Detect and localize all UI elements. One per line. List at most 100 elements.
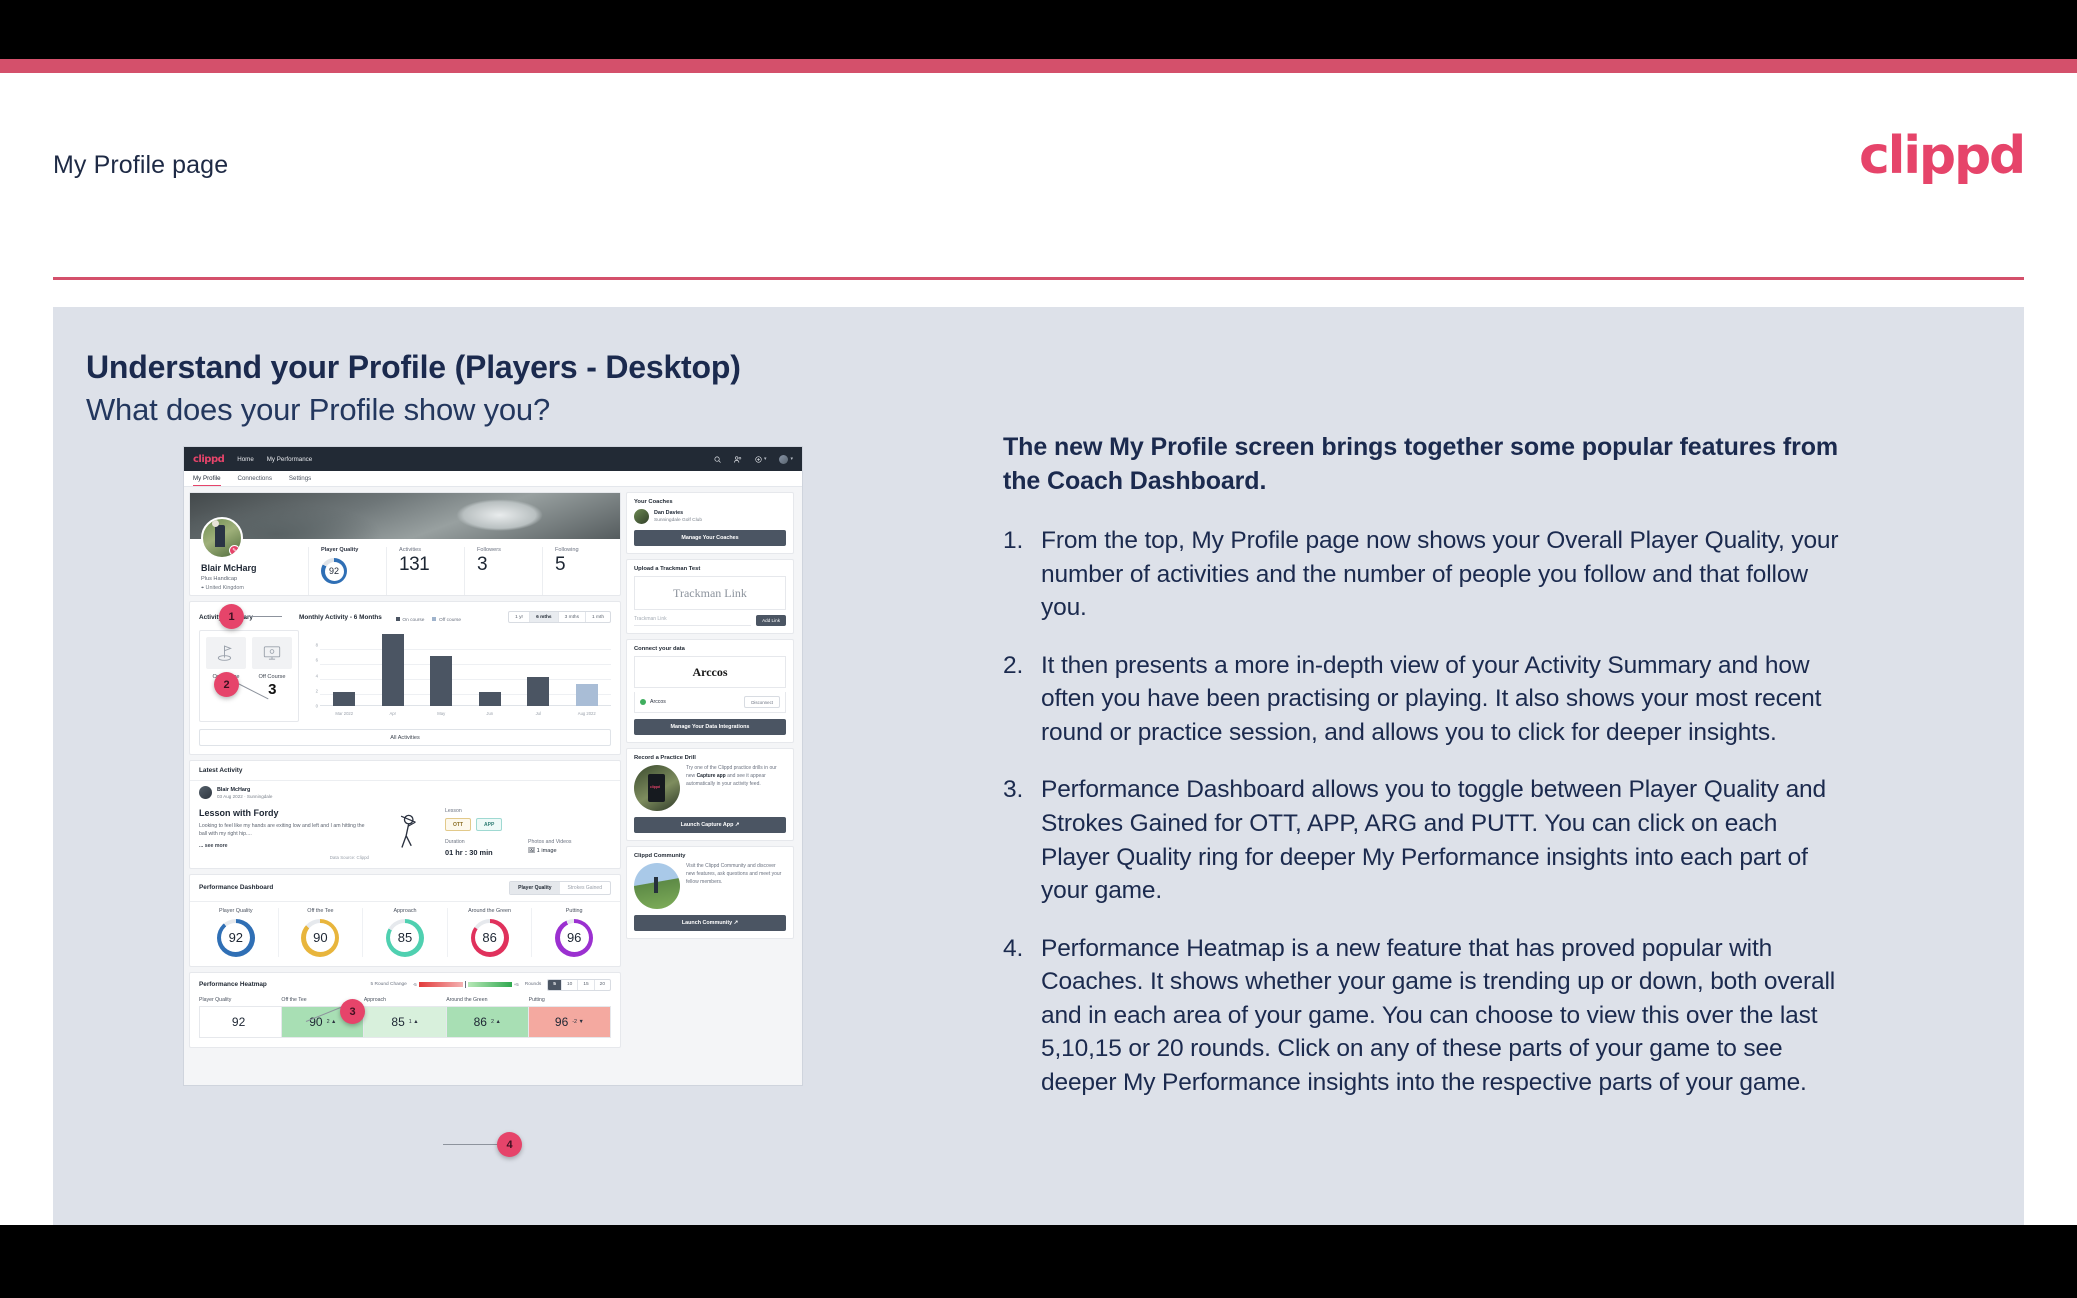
bar-jun[interactable] <box>478 691 501 706</box>
add-circle-icon[interactable]: ▾ <box>755 455 767 463</box>
range-3mths[interactable]: 3 mths <box>559 612 586 622</box>
player-quality-ring[interactable]: 92 <box>321 558 347 584</box>
app-navbar: clippd Home My Performance ▾ ▾ <box>184 447 802 471</box>
disconnect-button[interactable]: Disconnect <box>744 696 780 708</box>
ring-cell-around-the-green[interactable]: Around the Green 86 <box>448 907 533 957</box>
see-more-link[interactable]: ... see more <box>199 843 369 849</box>
coach-name: Dan Davies <box>654 510 684 517</box>
author-avatar[interactable] <box>199 786 212 799</box>
tab-connections[interactable]: Connections <box>238 471 272 486</box>
profile-stats: Player Quality 92 Activities 131 Followe… <box>308 539 620 595</box>
heatmap-cell-around-the-green[interactable]: 86 2 ▲ <box>446 1006 529 1037</box>
heatmap-cell-approach[interactable]: 85 1 ▲ <box>364 1006 447 1037</box>
tab-my-profile[interactable]: My Profile <box>193 471 221 486</box>
chevron-down-icon[interactable]: ▾ <box>764 456 767 462</box>
avatar[interactable]: ✎ <box>201 517 243 559</box>
ring-around-the-green[interactable]: 86 <box>470 918 509 957</box>
heatmap-col-label: Player Quality <box>199 996 232 1003</box>
tag-ott[interactable]: OTT <box>445 818 471 831</box>
bar-aug-2022[interactable] <box>575 684 598 706</box>
off-course-label: Off Course <box>258 674 286 680</box>
all-activities-button[interactable]: All Activities <box>199 729 611 746</box>
search-icon[interactable] <box>714 456 721 463</box>
bar-apr[interactable] <box>381 634 404 706</box>
tab-settings[interactable]: Settings <box>289 471 311 486</box>
list-item: 1. From the top, My Profile page now sho… <box>1003 524 1848 625</box>
range-1yr[interactable]: 1 yr <box>509 612 531 622</box>
ring-approach[interactable]: 85 <box>385 918 424 957</box>
app-logo[interactable]: clippd <box>193 454 225 465</box>
coach-club: Sunningdale Golf Club <box>654 517 703 523</box>
nav-link-home[interactable]: Home <box>237 456 254 463</box>
ring-cell-player-quality[interactable]: Player Quality 92 <box>194 907 279 957</box>
location-pin-icon: ⌖ <box>201 585 205 591</box>
ring-cell-putting[interactable]: Putting 96 <box>532 908 616 957</box>
copy-column: The new My Profile screen brings togethe… <box>1003 431 1848 1123</box>
bar-may[interactable] <box>430 655 453 706</box>
stat-player-quality[interactable]: Player Quality 92 <box>308 547 386 595</box>
launch-capture-app-button[interactable]: Launch Capture App ↗ <box>634 817 786 833</box>
dashboard-metric-toggle[interactable]: Player Quality Strokes Gained <box>509 880 611 895</box>
range-6mths[interactable]: 6 mths <box>530 612 559 622</box>
list-item: 2. It then presents a more in-depth view… <box>1003 649 1848 750</box>
heatmap-cell-putting[interactable]: 96 -2 ▼ <box>528 1006 611 1037</box>
manage-coaches-button[interactable]: Manage Your Coaches <box>634 530 786 546</box>
ring-putting[interactable]: 96 <box>555 918 594 957</box>
toggle-player-quality[interactable]: Player Quality <box>510 881 560 894</box>
stat-activities[interactable]: Activities 131 <box>386 547 464 595</box>
x-tick: May <box>437 711 446 716</box>
callout-marker-3[interactable]: 3 <box>340 999 365 1024</box>
legend-swatch-off <box>432 617 437 621</box>
nav-avatar[interactable] <box>779 454 789 464</box>
stat-value: 3 <box>477 554 488 575</box>
ring-player-quality[interactable]: 92 <box>216 918 255 957</box>
trackman-link-input[interactable]: Trackman Link <box>634 616 752 626</box>
x-tick: Jul <box>535 711 541 716</box>
avatar-chevron-down-icon[interactable]: ▾ <box>790 456 793 462</box>
rounds-selector[interactable]: 5 10 15 20 <box>547 978 611 991</box>
list-text: Performance Heatmap is a new feature tha… <box>1041 934 1836 1096</box>
rounds-15[interactable]: 15 <box>578 979 595 990</box>
list-number: 1. <box>1003 527 1024 554</box>
app-right-column: Your Coaches Dan Davies Sunningdale Golf… <box>626 492 794 1082</box>
top-black-band <box>0 0 2077 59</box>
bar-slot <box>369 634 418 706</box>
rounds-10[interactable]: 10 <box>562 979 579 990</box>
deck-heading: Understand your Profile (Players - Deskt… <box>86 349 741 428</box>
edit-avatar-icon[interactable]: ✎ <box>229 545 240 556</box>
nav-link-my-performance[interactable]: My Performance <box>267 456 312 463</box>
ring-cell-off-the-tee[interactable]: Off the Tee 90 <box>279 907 364 957</box>
callout-marker-1[interactable]: 1 <box>219 604 244 629</box>
toggle-strokes-gained[interactable]: Strokes Gained <box>560 882 610 894</box>
rounds-5[interactable]: 5 <box>548 979 562 990</box>
profile-card: ✎ Blair McHarg Plus Handicap ⌖ United Ki… <box>189 492 621 596</box>
people-icon[interactable] <box>734 455 742 463</box>
activity-meta-block: Lesson OTT APP Duration 01 hr : 30 min P… <box>445 808 611 860</box>
callout-marker-4[interactable]: 4 <box>497 1132 522 1157</box>
ring-cell-approach[interactable]: Approach 85 <box>363 907 448 957</box>
data-source-label: Data Source: Clippd <box>329 854 369 860</box>
heatmap-cell-player-quality[interactable]: 92 <box>200 1006 283 1037</box>
stat-followers[interactable]: Followers 3 <box>464 547 542 595</box>
manage-integrations-button[interactable]: Manage Your Data Integrations <box>634 719 786 735</box>
callout-marker-2[interactable]: 2 <box>214 672 239 697</box>
add-link-button[interactable]: Add Link <box>756 615 786 626</box>
bar-slot <box>563 634 612 706</box>
stat-following[interactable]: Following 5 <box>542 547 620 595</box>
range-1mth[interactable]: 1 mth <box>586 612 610 622</box>
duration-cell: Duration 01 hr : 30 min <box>445 839 528 857</box>
bar-jul[interactable] <box>527 677 550 706</box>
x-tick: Aug 2022 <box>577 711 596 716</box>
ring-off-the-tee[interactable]: 90 <box>301 918 340 957</box>
tag-app[interactable]: APP <box>476 818 503 831</box>
launch-community-button[interactable]: Launch Community ↗ <box>634 915 786 931</box>
coach-row[interactable]: Dan Davies Sunningdale Golf Club <box>627 509 793 530</box>
range-selector[interactable]: 1 yr 6 mths 3 mths 1 mth <box>508 611 611 623</box>
bar-mar-2022[interactable] <box>333 691 356 706</box>
legend-off-course: Off course <box>432 608 461 626</box>
media-count: 1 image <box>536 848 557 854</box>
heatmap-delta: 2 ▲ <box>490 1018 501 1025</box>
x-tick: Mar 2022 <box>335 711 354 716</box>
list-text: It then presents a more in-depth view of… <box>1041 651 1822 746</box>
rounds-20[interactable]: 20 <box>595 980 610 990</box>
